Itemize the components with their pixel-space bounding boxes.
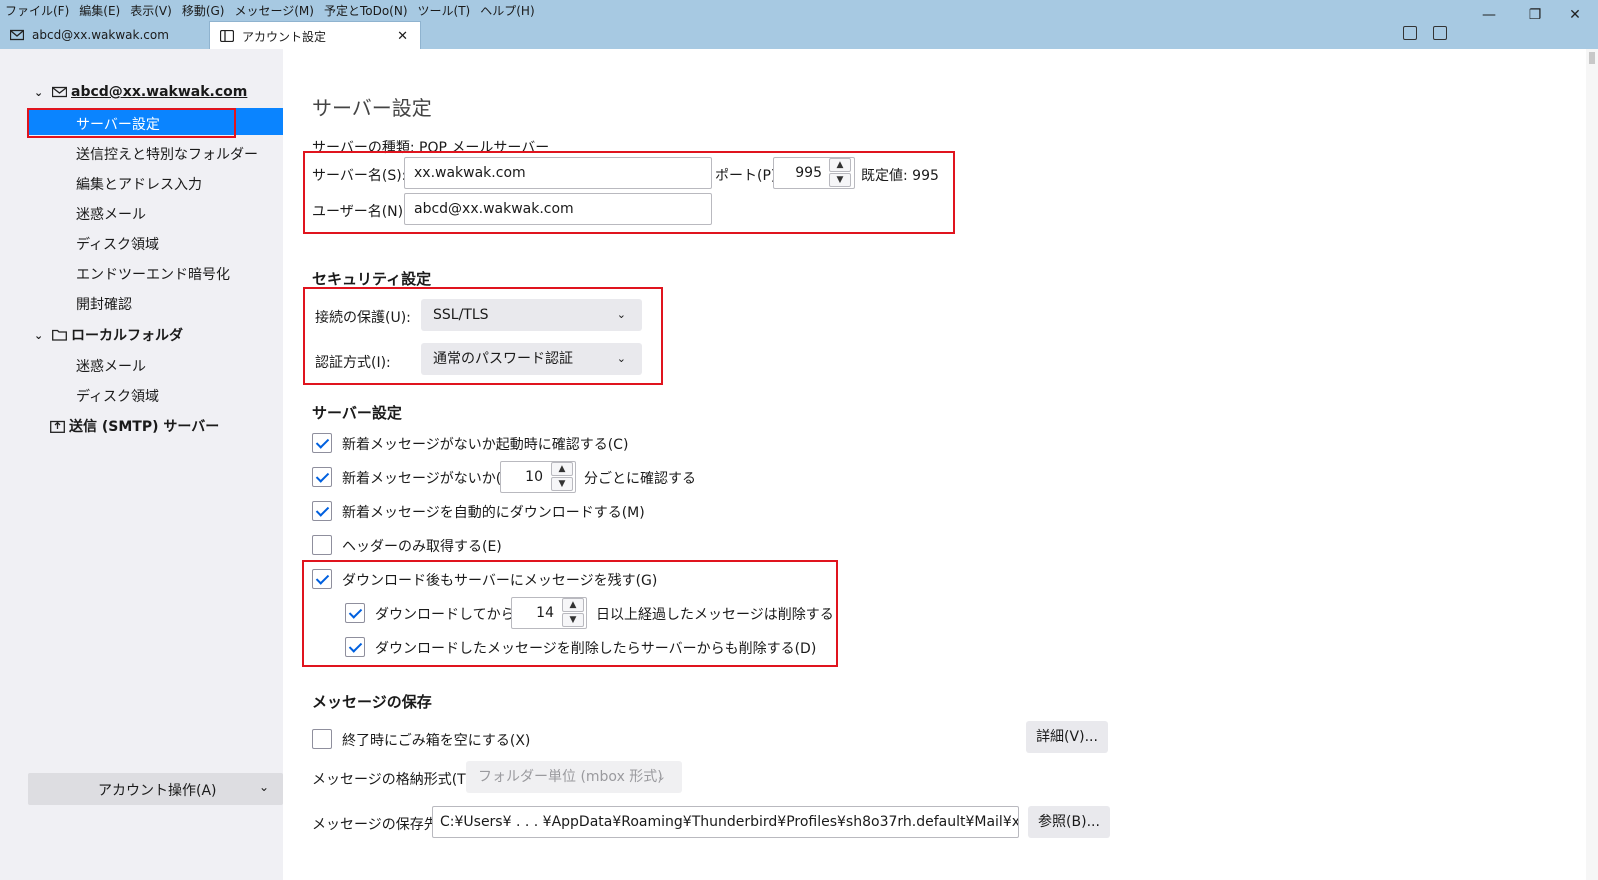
advanced-button[interactable]: 詳細(V)... xyxy=(1026,721,1108,753)
leave-on-server-label: ダウンロード後もサーバーにメッセージを残す(G) xyxy=(342,573,658,589)
auth-method-label: 認証方式(I): xyxy=(315,355,391,371)
empty-trash-checkbox[interactable] xyxy=(312,729,332,749)
tab-mail-label: abcd@xx.wakwak.com xyxy=(32,28,169,42)
close-window-button[interactable]: ✕ xyxy=(1552,0,1598,30)
sidebar-item-copies-folders[interactable]: 送信控えと特別なフォルダー xyxy=(76,144,258,164)
menu-go[interactable]: 移動(G) xyxy=(177,0,230,20)
scrollbar-thumb[interactable] xyxy=(1589,52,1595,64)
outgoing-server-icon xyxy=(50,420,65,433)
chevron-down-icon: ⌄ xyxy=(34,85,44,99)
menu-file[interactable]: ファイル(F) xyxy=(0,0,74,20)
account-actions-label: アカウント操作(A) xyxy=(98,783,217,799)
menu-tools[interactable]: ツール(T) xyxy=(413,0,476,20)
leave-on-server-checkbox[interactable] xyxy=(312,569,332,589)
sidebar-item-server-settings[interactable]: サーバー設定 xyxy=(76,114,160,134)
chevron-down-icon: ⌄ xyxy=(656,770,666,783)
check-every-label: 新着メッセージがないか(Y) xyxy=(342,471,516,487)
spin-down-icon[interactable]: ▼ xyxy=(551,477,573,491)
empty-trash-label: 終了時にごみ箱を空にする(X) xyxy=(342,733,531,749)
server-settings-heading: サーバー設定 xyxy=(312,404,402,422)
sidebar-item-return-receipts[interactable]: 開封確認 xyxy=(76,294,132,314)
check-startup-label: 新着メッセージがないか起動時に確認する(C) xyxy=(342,437,629,453)
account-actions-button[interactable]: アカウント操作(A) ⌄ xyxy=(28,773,283,805)
connection-security-select[interactable]: SSL/TLS ⌄ xyxy=(421,299,642,331)
menu-message[interactable]: メッセージ(M) xyxy=(229,0,318,20)
headers-only-label: ヘッダーのみ取得する(E) xyxy=(342,539,502,555)
chevron-down-icon: ⌄ xyxy=(616,352,626,365)
menu-edit[interactable]: 編集(E) xyxy=(74,0,125,20)
delete-when-deleted-label: ダウンロードしたメッセージを削除したらサーバーからも削除する(D) xyxy=(375,641,817,657)
sidebar-item-local-junk[interactable]: 迷惑メール xyxy=(76,356,146,376)
menu-view[interactable]: 表示(V) xyxy=(125,0,177,20)
chevron-down-icon: ⌄ xyxy=(258,780,269,794)
auto-download-checkbox[interactable] xyxy=(312,501,332,521)
tasks-icon[interactable] xyxy=(1433,26,1447,40)
store-format-label: メッセージの格納形式(T): xyxy=(312,772,476,788)
menu-events-tasks[interactable]: 予定とToDo(N) xyxy=(319,0,413,20)
check-every-checkbox[interactable] xyxy=(312,467,332,487)
headers-only-checkbox[interactable] xyxy=(312,535,332,555)
tab-close-icon[interactable]: ✕ xyxy=(397,29,408,44)
mail-account-icon xyxy=(52,86,67,98)
port-label: ポート(P): xyxy=(715,168,782,184)
delete-after-suffix: 日以上経過したメッセージは削除する xyxy=(596,607,834,623)
check-interval-spinner[interactable]: ▲ ▼ xyxy=(549,461,575,493)
folder-icon xyxy=(52,329,67,341)
spin-down-icon[interactable]: ▼ xyxy=(562,613,584,627)
chevron-down-icon: ⌄ xyxy=(34,328,44,342)
user-name-input[interactable]: abcd@xx.wakwak.com xyxy=(404,193,712,225)
user-name-label: ユーザー名(N): xyxy=(312,204,408,220)
settings-page-icon xyxy=(219,29,235,43)
sidebar-item-composition[interactable]: 編集とアドレス入力 xyxy=(76,174,202,194)
browse-button[interactable]: 参照(B)... xyxy=(1028,806,1110,838)
sidebar-item-e2e-encryption[interactable]: エンドツーエンド暗号化 xyxy=(76,264,230,284)
sidebar-item-local-disk-space[interactable]: ディスク領域 xyxy=(76,386,159,406)
tab-account-settings[interactable]: アカウント設定 ✕ xyxy=(209,21,421,50)
menu-help[interactable]: ヘルプ(H) xyxy=(475,0,539,20)
sidebar-item-disk-space[interactable]: ディスク領域 xyxy=(76,234,159,254)
security-heading: セキュリティ設定 xyxy=(312,270,432,288)
spin-up-icon[interactable]: ▲ xyxy=(562,598,584,612)
local-dir-label: メッセージの保存先: xyxy=(312,817,443,833)
sidebar-item-junk[interactable]: 迷惑メール xyxy=(76,204,146,224)
chevron-down-icon: ⌄ xyxy=(616,308,626,321)
delete-after-checkbox[interactable] xyxy=(345,603,365,623)
account-name: abcd@xx.wakwak.com xyxy=(71,84,248,100)
smtp-server-label: 送信 (SMTP) サーバー xyxy=(69,419,220,435)
mail-icon xyxy=(9,29,25,41)
delete-after-spinner[interactable]: ▲ ▼ xyxy=(560,597,586,629)
connection-security-label: 接続の保護(U): xyxy=(315,310,411,326)
auth-method-select[interactable]: 通常のパスワード認証 ⌄ xyxy=(421,343,642,375)
spin-up-icon[interactable]: ▲ xyxy=(551,462,573,476)
port-spinner[interactable]: ▲ ▼ xyxy=(827,157,853,189)
storage-heading: メッセージの保存 xyxy=(312,693,432,711)
store-format-value: フォルダー単位 (mbox 形式) xyxy=(478,769,663,785)
check-every-suffix: 分ごとに確認する xyxy=(584,471,696,487)
calendar-icon[interactable] xyxy=(1403,26,1417,40)
minimize-button[interactable]: — xyxy=(1466,0,1512,30)
auto-download-label: 新着メッセージを自動的にダウンロードする(M) xyxy=(342,505,645,521)
account-tree-header[interactable]: ⌄ abcd@xx.wakwak.com xyxy=(34,84,247,100)
auth-method-value: 通常のパスワード認証 xyxy=(433,351,573,367)
spin-down-icon[interactable]: ▼ xyxy=(829,173,851,187)
page-title: サーバー設定 xyxy=(312,96,432,120)
default-port-text: 既定値: 995 xyxy=(861,168,939,184)
local-folders-label: ローカルフォルダ xyxy=(71,328,183,344)
store-format-select[interactable]: フォルダー単位 (mbox 形式) ⌄ xyxy=(466,761,682,793)
menu-bar: ファイル(F) 編集(E) 表示(V) 移動(G) メッセージ(M) 予定とTo… xyxy=(0,0,540,20)
spin-up-icon[interactable]: ▲ xyxy=(829,158,851,172)
server-name-label: サーバー名(S): xyxy=(312,168,407,184)
check-startup-checkbox[interactable] xyxy=(312,433,332,453)
local-dir-input[interactable]: C:¥Users¥ . . . ¥AppData¥Roaming¥Thunder… xyxy=(432,806,1019,838)
tab-mail[interactable]: abcd@xx.wakwak.com xyxy=(0,21,208,49)
connection-security-value: SSL/TLS xyxy=(433,307,489,323)
local-folders-header[interactable]: ⌄ ローカルフォルダ xyxy=(34,325,183,345)
smtp-server-item[interactable]: 送信 (SMTP) サーバー xyxy=(50,416,219,436)
server-name-input[interactable]: xx.wakwak.com xyxy=(404,157,712,189)
delete-when-deleted-checkbox[interactable] xyxy=(345,637,365,657)
tab-account-settings-label: アカウント設定 xyxy=(242,29,327,44)
scrollbar[interactable] xyxy=(1586,49,1598,880)
